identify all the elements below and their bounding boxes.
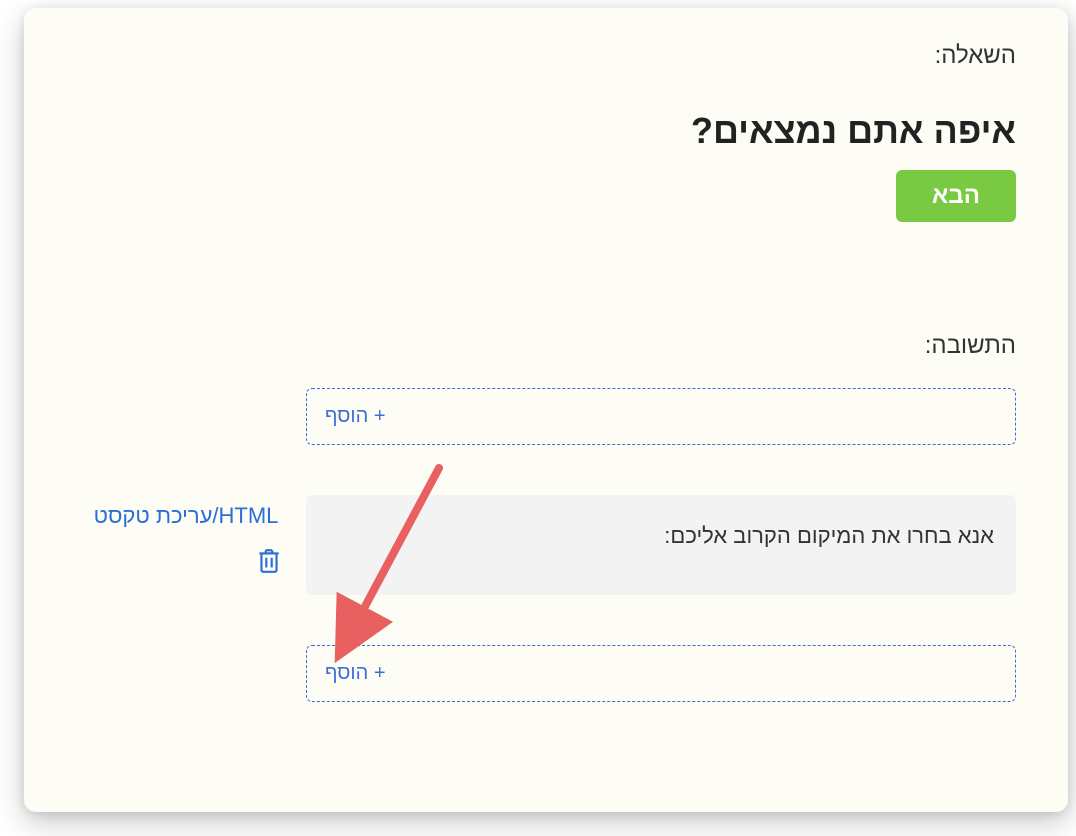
edit-html-link[interactable]: עריכת טקסט/HTML (76, 503, 296, 529)
editor-card: השאלה: איפה אתם נמצאים? הבא התשובה: הוסף… (24, 8, 1068, 812)
trash-icon (256, 547, 282, 575)
answer-text-block[interactable]: אנא בחרו את המיקום הקרוב אליכם: (306, 495, 1016, 595)
answer-label: התשובה: (76, 332, 1016, 360)
next-button[interactable]: הבא (896, 170, 1016, 222)
block-side-controls: עריכת טקסט/HTML (76, 503, 296, 578)
next-button-row: הבא (76, 170, 1016, 222)
add-block-after[interactable]: הוסף + (306, 645, 1016, 702)
question-label: השאלה: (76, 42, 1016, 70)
answer-area: הוסף + אנא בחרו את המיקום הקרוב אליכם: ה… (76, 388, 1016, 702)
add-block-before[interactable]: הוסף + (306, 388, 1016, 445)
delete-block-button[interactable] (256, 547, 282, 578)
question-text: איפה אתם נמצאים? (76, 110, 1016, 152)
